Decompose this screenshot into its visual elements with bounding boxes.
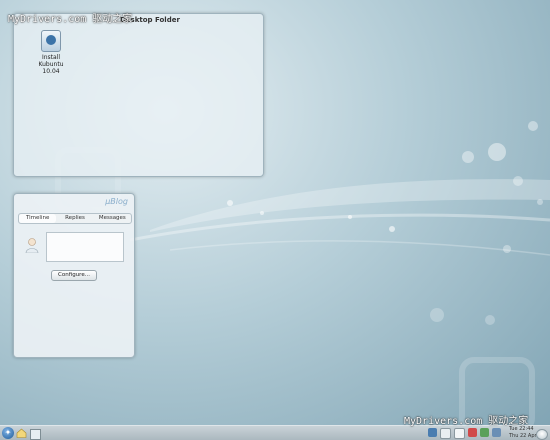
device-notifier-icon[interactable] (492, 428, 501, 437)
tab-messages[interactable]: Messages (94, 214, 131, 223)
tab-timeline[interactable]: Timeline (19, 214, 57, 223)
system-tray (428, 428, 501, 439)
tab-replies[interactable]: Replies (56, 214, 93, 223)
clipboard-icon[interactable] (454, 428, 465, 439)
taskbar[interactable] (44, 428, 414, 439)
network-icon[interactable] (428, 428, 437, 437)
clock-date[interactable]: Thu 22 Apr (509, 433, 537, 439)
microblog-logo: µBlog (105, 197, 128, 206)
desktop[interactable]: MyDrivers.com 驱动之家 Desktop Folder Instal… (0, 0, 550, 440)
watermark-bottom: MyDrivers.com 驱动之家 (404, 416, 529, 427)
configure-button[interactable]: Configure... (51, 270, 97, 281)
microblog-widget[interactable]: µBlog Timeline Replies Messages Configur… (13, 193, 135, 358)
installer-icon (41, 30, 61, 52)
avatar-icon (25, 238, 39, 253)
updates-icon[interactable] (468, 428, 477, 437)
panel-toolbox-icon[interactable] (536, 429, 548, 440)
kde-kickoff-icon[interactable]: ✦ (2, 427, 14, 439)
battery-icon[interactable] (480, 428, 489, 437)
volume-icon[interactable] (440, 428, 451, 439)
status-input[interactable] (46, 232, 124, 262)
home-folder-icon[interactable] (16, 428, 27, 438)
panel: ✦ Tue 22:44 Thu 22 Apr (0, 425, 550, 440)
microblog-tabbar: Timeline Replies Messages (18, 213, 132, 224)
desktop-icon-label: Install Kubuntu 10.04 (38, 54, 64, 75)
desktop-folder-view[interactable]: Desktop Folder Install Kubuntu 10.04 (13, 13, 264, 177)
watermark-top: MyDrivers.com 驱动之家 (8, 14, 133, 25)
show-desktop-icon[interactable] (30, 429, 41, 440)
desktop-icon-install-kubuntu[interactable]: Install Kubuntu 10.04 (32, 30, 70, 75)
